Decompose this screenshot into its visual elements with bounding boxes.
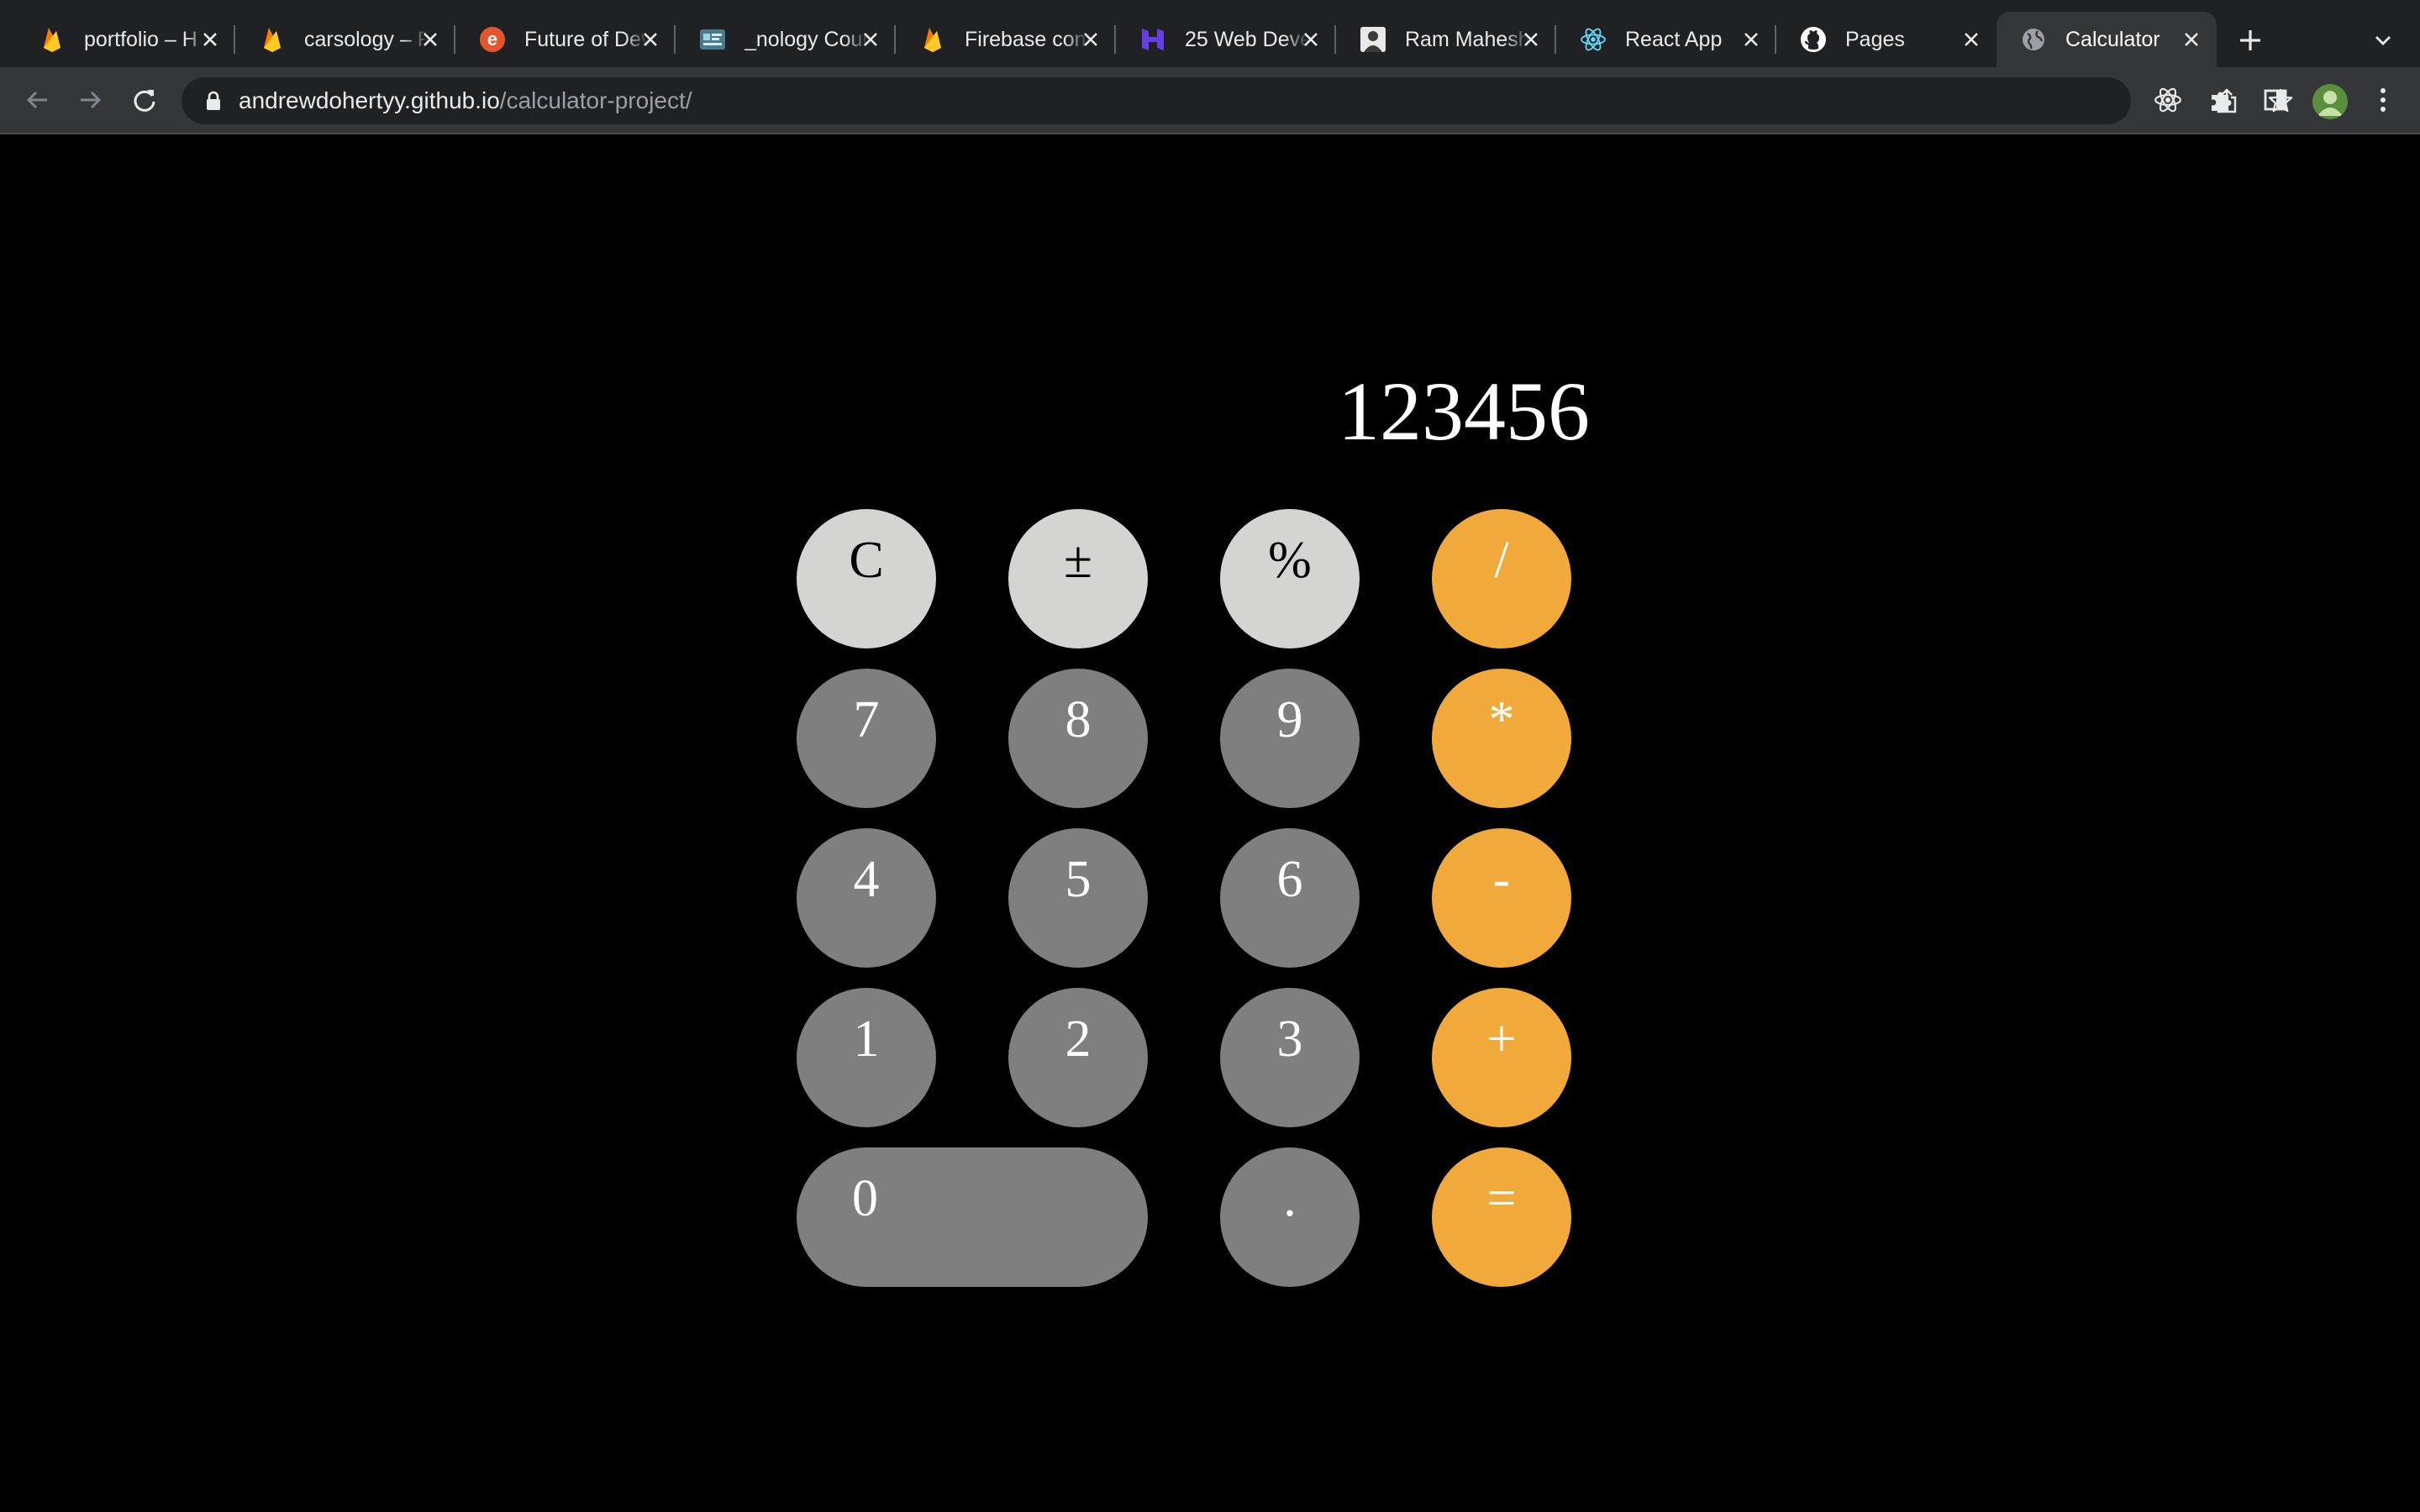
tab-react-app[interactable]: React App (1556, 12, 1776, 67)
tab-title: _nology Cours (744, 28, 869, 51)
tab-pages[interactable]: Pages (1776, 12, 1996, 67)
digit-7-button[interactable]: 7 (797, 669, 936, 808)
decimal-button[interactable]: . (1220, 1147, 1360, 1287)
tab-ram-mahesh[interactable]: Ram Mahesh (1336, 12, 1556, 67)
close-tab-icon[interactable] (1958, 26, 1985, 53)
tab-title: portfolio – H (84, 28, 197, 51)
tab-firebase-console[interactable]: Firebase cons (896, 12, 1116, 67)
digit-8-button[interactable]: 8 (1008, 669, 1148, 808)
url-host: andrewdohertyy.github.io (239, 87, 500, 113)
svg-text:e: e (487, 29, 497, 50)
digit-2-button[interactable]: 2 (1008, 988, 1148, 1127)
subtract-button[interactable]: - (1432, 828, 1571, 968)
divide-button[interactable]: / (1432, 509, 1571, 648)
multiply-button[interactable]: * (1432, 669, 1571, 808)
firebase-icon (259, 26, 286, 53)
extensions-puzzle-icon[interactable] (2205, 83, 2238, 117)
url-text[interactable]: andrewdohertyy.github.io/calculator-proj… (239, 77, 692, 124)
digit-9-button[interactable]: 9 (1220, 669, 1360, 808)
nology-icon (699, 26, 726, 53)
tab-title: Pages (1845, 28, 1905, 51)
close-tab-icon[interactable] (1518, 26, 1544, 53)
back-icon[interactable] (20, 83, 54, 117)
sign-toggle-button[interactable]: ± (1008, 509, 1148, 648)
close-tab-icon[interactable] (197, 26, 224, 53)
globe-icon (2020, 26, 2047, 53)
tab-nology-courses[interactable]: _nology Cours (676, 12, 896, 67)
side-panel-icon[interactable] (2259, 83, 2292, 117)
firebase-icon (919, 26, 946, 53)
digit-3-button[interactable]: 3 (1220, 988, 1360, 1127)
add-button[interactable]: + (1432, 988, 1571, 1127)
tab-carsology[interactable]: carsology – F (235, 12, 455, 67)
tab-title: React App (1625, 28, 1723, 51)
tab-title: Firebase cons (965, 28, 1089, 51)
equals-button[interactable]: = (1432, 1147, 1571, 1287)
digit-1-button[interactable]: 1 (797, 988, 936, 1127)
h-logo-icon (1139, 26, 1166, 53)
forward-icon[interactable] (74, 83, 108, 117)
digit-5-button[interactable]: 5 (1008, 828, 1148, 968)
close-tab-icon[interactable] (1738, 26, 1765, 53)
firebase-icon (39, 26, 66, 53)
chevron-down-icon[interactable] (2368, 25, 2398, 55)
close-tab-icon[interactable] (1297, 26, 1324, 53)
tab-calculator[interactable]: Calculator (1996, 12, 2217, 67)
digit-6-button[interactable]: 6 (1220, 828, 1360, 968)
profile-avatar[interactable] (2312, 84, 2348, 119)
close-tab-icon[interactable] (417, 26, 444, 53)
lock-icon[interactable] (202, 89, 225, 113)
tab-title: Calculator (2065, 28, 2160, 51)
url-path: /calculator-project/ (499, 87, 692, 113)
github-icon (1800, 26, 1827, 53)
tab-strip: portfolio – H carsology – F e Future of … (0, 0, 2420, 74)
tab-title: Ram Mahesh (1405, 28, 1529, 51)
react-devtools-icon[interactable] (2151, 83, 2185, 117)
digit-0-button[interactable]: 0 (797, 1147, 1148, 1287)
react-icon (1580, 26, 1607, 53)
profile-photo-icon (1360, 26, 1386, 53)
browser-toolbar: andrewdohertyy.github.io/calculator-proj… (0, 67, 2420, 134)
tab-title: carsology – F (304, 28, 429, 51)
calculator-display: 123456 (1338, 365, 1590, 458)
digit-4-button[interactable]: 4 (797, 828, 936, 968)
tab-future-of-dev[interactable]: e Future of Dev (455, 12, 676, 67)
close-tab-icon[interactable] (637, 26, 664, 53)
new-tab-icon[interactable] (2233, 24, 2267, 57)
e-logo-icon: e (479, 26, 506, 53)
tab-portfolio[interactable]: portfolio – H (15, 12, 235, 67)
clear-button[interactable]: C (797, 509, 936, 648)
percent-button[interactable]: % (1220, 509, 1360, 648)
tab-25-web-dev[interactable]: 25 Web Devel (1116, 12, 1336, 67)
tab-title: 25 Web Devel (1185, 28, 1309, 51)
address-bar[interactable]: andrewdohertyy.github.io/calculator-proj… (182, 77, 2293, 124)
close-tab-icon[interactable] (2178, 26, 2205, 53)
reload-icon[interactable] (128, 83, 161, 117)
close-tab-icon[interactable] (857, 26, 884, 53)
more-vert-icon[interactable] (2366, 83, 2400, 117)
close-tab-icon[interactable] (1077, 26, 1104, 53)
tab-title: Future of Dev (524, 28, 649, 51)
